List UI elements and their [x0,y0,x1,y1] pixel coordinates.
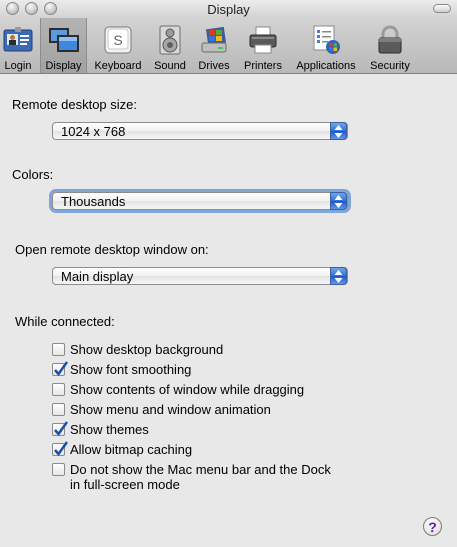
colors-popup[interactable]: Thousands [52,192,348,210]
popup-arrows-icon [330,267,347,285]
help-button[interactable]: ? [423,517,442,536]
display-settings-pane: Remote desktop size: 1024 x 768 Colors: … [0,74,457,547]
toolbar-item-label: Keyboard [94,60,142,72]
toolbar-item-applications[interactable]: Applications [291,18,361,73]
toolbar-item-display[interactable]: Display [40,18,87,73]
option-label: Show menu and window animation [70,402,271,417]
while-connected-label: While connected: [15,314,115,329]
checkbox[interactable] [52,421,69,437]
keyboard-key-icon: S [102,24,134,56]
checkmark-icon [54,441,69,457]
remote-desktop-size-value: 1024 x 768 [61,124,126,139]
checkmark-icon [54,361,69,377]
toolbar-item-label: Login [4,60,32,72]
checkmark-icon [54,421,69,437]
printer-icon [247,24,279,56]
window-title: Display [207,2,250,17]
remote-desktop-size-label: Remote desktop size: [12,97,138,112]
toolbar-item-security[interactable]: Security [366,18,414,73]
toolbar-item-label: Sound [154,60,186,72]
title-bar[interactable]: Display [0,0,457,18]
toolbar-item-label: Applications [296,60,356,72]
toolbar-item-label: Printers [244,60,282,72]
popup-arrows-icon [330,192,347,210]
toolbar-item-drives[interactable]: Drives [194,18,234,73]
checkbox[interactable] [52,403,65,416]
speaker-icon [154,24,186,56]
popup-arrows-icon [330,122,347,140]
checkbox[interactable] [52,463,65,476]
checkbox[interactable] [52,361,69,377]
toolbar-item-sound[interactable]: Sound [150,18,190,73]
option-show-themes[interactable]: Show themes [52,421,149,437]
option-label: Do not show the Mac menu bar and the Doc… [70,462,331,492]
preferences-toolbar: Login Display S Keyboard Sound Drives Pr… [0,18,457,74]
open-window-on-label: Open remote desktop window on: [15,242,209,257]
display-monitors-icon [48,24,80,56]
checkbox[interactable] [52,343,65,356]
option-label: Show font smoothing [70,362,192,377]
login-badge-icon [2,24,34,56]
option-show-font-smoothing[interactable]: Show font smoothing [52,361,192,377]
open-window-on-popup[interactable]: Main display [52,267,348,285]
option-show-window-contents-dragging[interactable]: Show contents of window while dragging [52,382,304,397]
option-label-line: Do not show the Mac menu bar and the Doc… [70,462,331,477]
help-question-icon: ? [428,519,437,535]
option-label: Show contents of window while dragging [70,382,305,397]
toolbar-toggle-button[interactable] [433,4,451,13]
option-label: Show themes [70,422,149,437]
padlock-icon [374,24,406,56]
toolbar-item-label: Security [370,60,410,72]
open-window-on-value: Main display [61,269,134,284]
toolbar-item-printers[interactable]: Printers [239,18,287,73]
option-label: Show desktop background [70,342,224,357]
toolbar-item-login[interactable]: Login [0,18,36,73]
colors-label: Colors: [12,167,54,182]
keyboard-key-glyph: S [113,32,122,48]
remote-desktop-size-popup[interactable]: 1024 x 768 [52,122,348,140]
toolbar-item-label: Display [45,60,82,72]
option-allow-bitmap-caching[interactable]: Allow bitmap caching [52,441,193,457]
option-label-line: in full-screen mode [70,477,180,492]
toolbar-item-keyboard[interactable]: S Keyboard [90,18,146,73]
option-hide-menu-bar-dock-fullscreen[interactable]: Do not show the Mac menu bar and the Doc… [52,462,331,492]
drive-icon [198,24,230,56]
checkbox[interactable] [52,441,69,457]
option-label: Allow bitmap caching [70,442,193,457]
option-show-menu-window-animation[interactable]: Show menu and window animation [52,402,271,417]
colors-value: Thousands [61,194,126,209]
toolbar-item-label: Drives [198,60,230,72]
applications-window-icon [310,24,342,56]
option-show-desktop-background[interactable]: Show desktop background [52,342,223,357]
checkbox[interactable] [52,383,65,396]
